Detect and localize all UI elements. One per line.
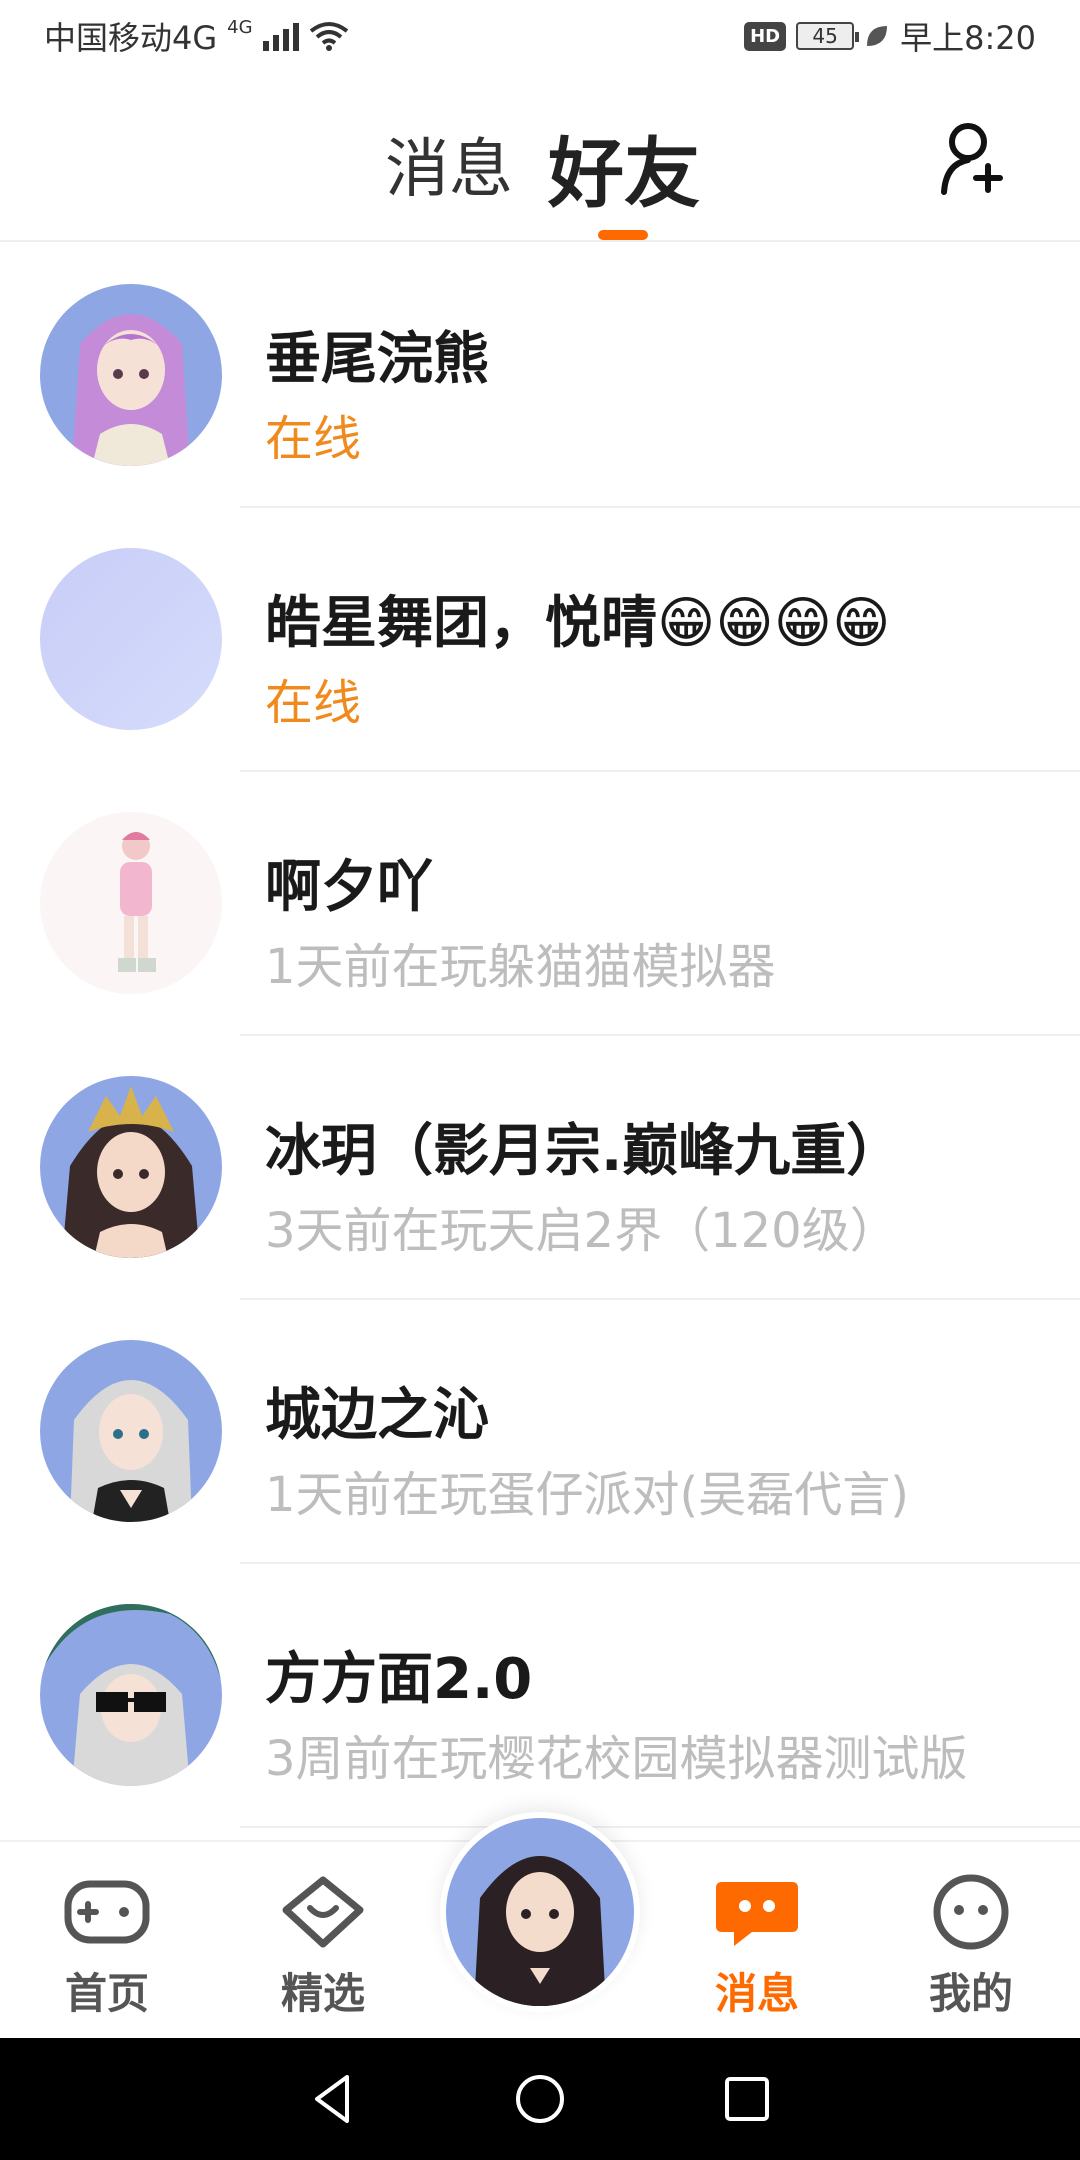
- friend-row[interactable]: 啊夕吖 1天前在玩躲猫猫模拟器: [0, 772, 1080, 1036]
- avatar[interactable]: [40, 1076, 222, 1258]
- avatar[interactable]: [40, 548, 222, 730]
- my-avatar: [446, 1818, 634, 2006]
- friend-name: 皓星舞团，悦晴😁😁😁😁: [265, 591, 891, 656]
- network-tag: 4G: [227, 16, 253, 38]
- leaf-icon: [867, 26, 888, 46]
- avatar[interactable]: [40, 1604, 222, 1786]
- header: 消息 好友: [0, 72, 1080, 242]
- center-avatar-button[interactable]: [440, 1812, 640, 2012]
- friend-name: 城边之沁: [265, 1383, 489, 1448]
- friend-status: 3周前在玩樱花校园模拟器测试版: [265, 1731, 968, 1787]
- friend-status: 在线: [265, 411, 362, 467]
- face-icon: [933, 1874, 1009, 1950]
- chat-bubble-icon: [716, 1882, 798, 1946]
- nav-me[interactable]: 我的: [906, 1872, 1036, 2021]
- add-user-icon[interactable]: [938, 120, 1008, 200]
- nav-messages-label: 消息: [714, 1969, 799, 2018]
- friend-row[interactable]: 皓星舞团，悦晴😁😁😁😁 在线: [0, 508, 1080, 772]
- wifi-icon: [309, 22, 348, 51]
- status-right: HD 45 早上8:20: [744, 13, 1036, 59]
- friend-row[interactable]: 冰玥（影月宗.巅峰九重） 3天前在玩天启2界（120级）: [0, 1036, 1080, 1300]
- friend-row[interactable]: 垂尾浣熊 在线: [0, 244, 1080, 508]
- nav-featured[interactable]: 精选: [258, 1872, 388, 2021]
- carrier-label: 中国移动4G: [44, 19, 218, 57]
- gamepad-icon: [64, 1880, 150, 1944]
- friend-name: 方方面2.0: [265, 1647, 533, 1712]
- nav-home-label: 首页: [64, 1969, 149, 2018]
- friend-name: 冰玥（影月宗.巅峰九重）: [265, 1119, 903, 1184]
- friend-status: 1天前在玩蛋仔派对(吴磊代言): [265, 1467, 909, 1523]
- avatar[interactable]: [40, 812, 222, 994]
- friend-list: 垂尾浣熊 在线 皓星舞团，悦晴😁😁😁😁 在线 啊夕吖 1天前在玩躲猫猫模拟器 冰…: [0, 244, 1080, 1828]
- nav-messages[interactable]: 消息: [692, 1872, 822, 2021]
- friend-name: 垂尾浣熊: [265, 327, 489, 392]
- tab-friends[interactable]: 好友: [548, 112, 700, 222]
- friend-status: 3天前在玩天启2界（120级）: [265, 1203, 898, 1259]
- tab-messages[interactable]: 消息: [385, 118, 513, 210]
- heart-badge-icon: [282, 1876, 364, 1948]
- friend-status: 1天前在玩躲猫猫模拟器: [265, 939, 776, 995]
- nav-featured-label: 精选: [280, 1969, 365, 2018]
- hd-badge: HD: [744, 21, 787, 51]
- status-bar: 中国移动4G 4G HD 45 早上8:20: [0, 0, 1080, 72]
- home-icon[interactable]: [510, 2069, 570, 2129]
- bottom-nav: 首页 精选 消息 我的: [0, 1812, 1080, 2038]
- recents-icon[interactable]: [717, 2069, 777, 2129]
- clock: 早上8:20: [900, 19, 1036, 57]
- status-left: 中国移动4G 4G: [44, 13, 349, 59]
- back-icon[interactable]: [303, 2069, 363, 2129]
- avatar[interactable]: [40, 1340, 222, 1522]
- friend-row[interactable]: 方方面2.0 3周前在玩樱花校园模拟器测试版: [0, 1564, 1080, 1828]
- signal-icon: [262, 21, 299, 51]
- nav-home[interactable]: 首页: [42, 1872, 172, 2021]
- friend-name: 啊夕吖: [265, 855, 433, 920]
- battery-icon: 45: [796, 22, 860, 50]
- avatar[interactable]: [40, 284, 222, 466]
- friend-status: 在线: [265, 675, 362, 731]
- friend-row[interactable]: 城边之沁 1天前在玩蛋仔派对(吴磊代言): [0, 1300, 1080, 1564]
- divider: [240, 1826, 1080, 1828]
- system-nav-bar: [0, 2038, 1080, 2160]
- nav-me-label: 我的: [928, 1969, 1013, 2018]
- battery-level: 45: [812, 24, 838, 48]
- active-tab-indicator: [598, 230, 648, 240]
